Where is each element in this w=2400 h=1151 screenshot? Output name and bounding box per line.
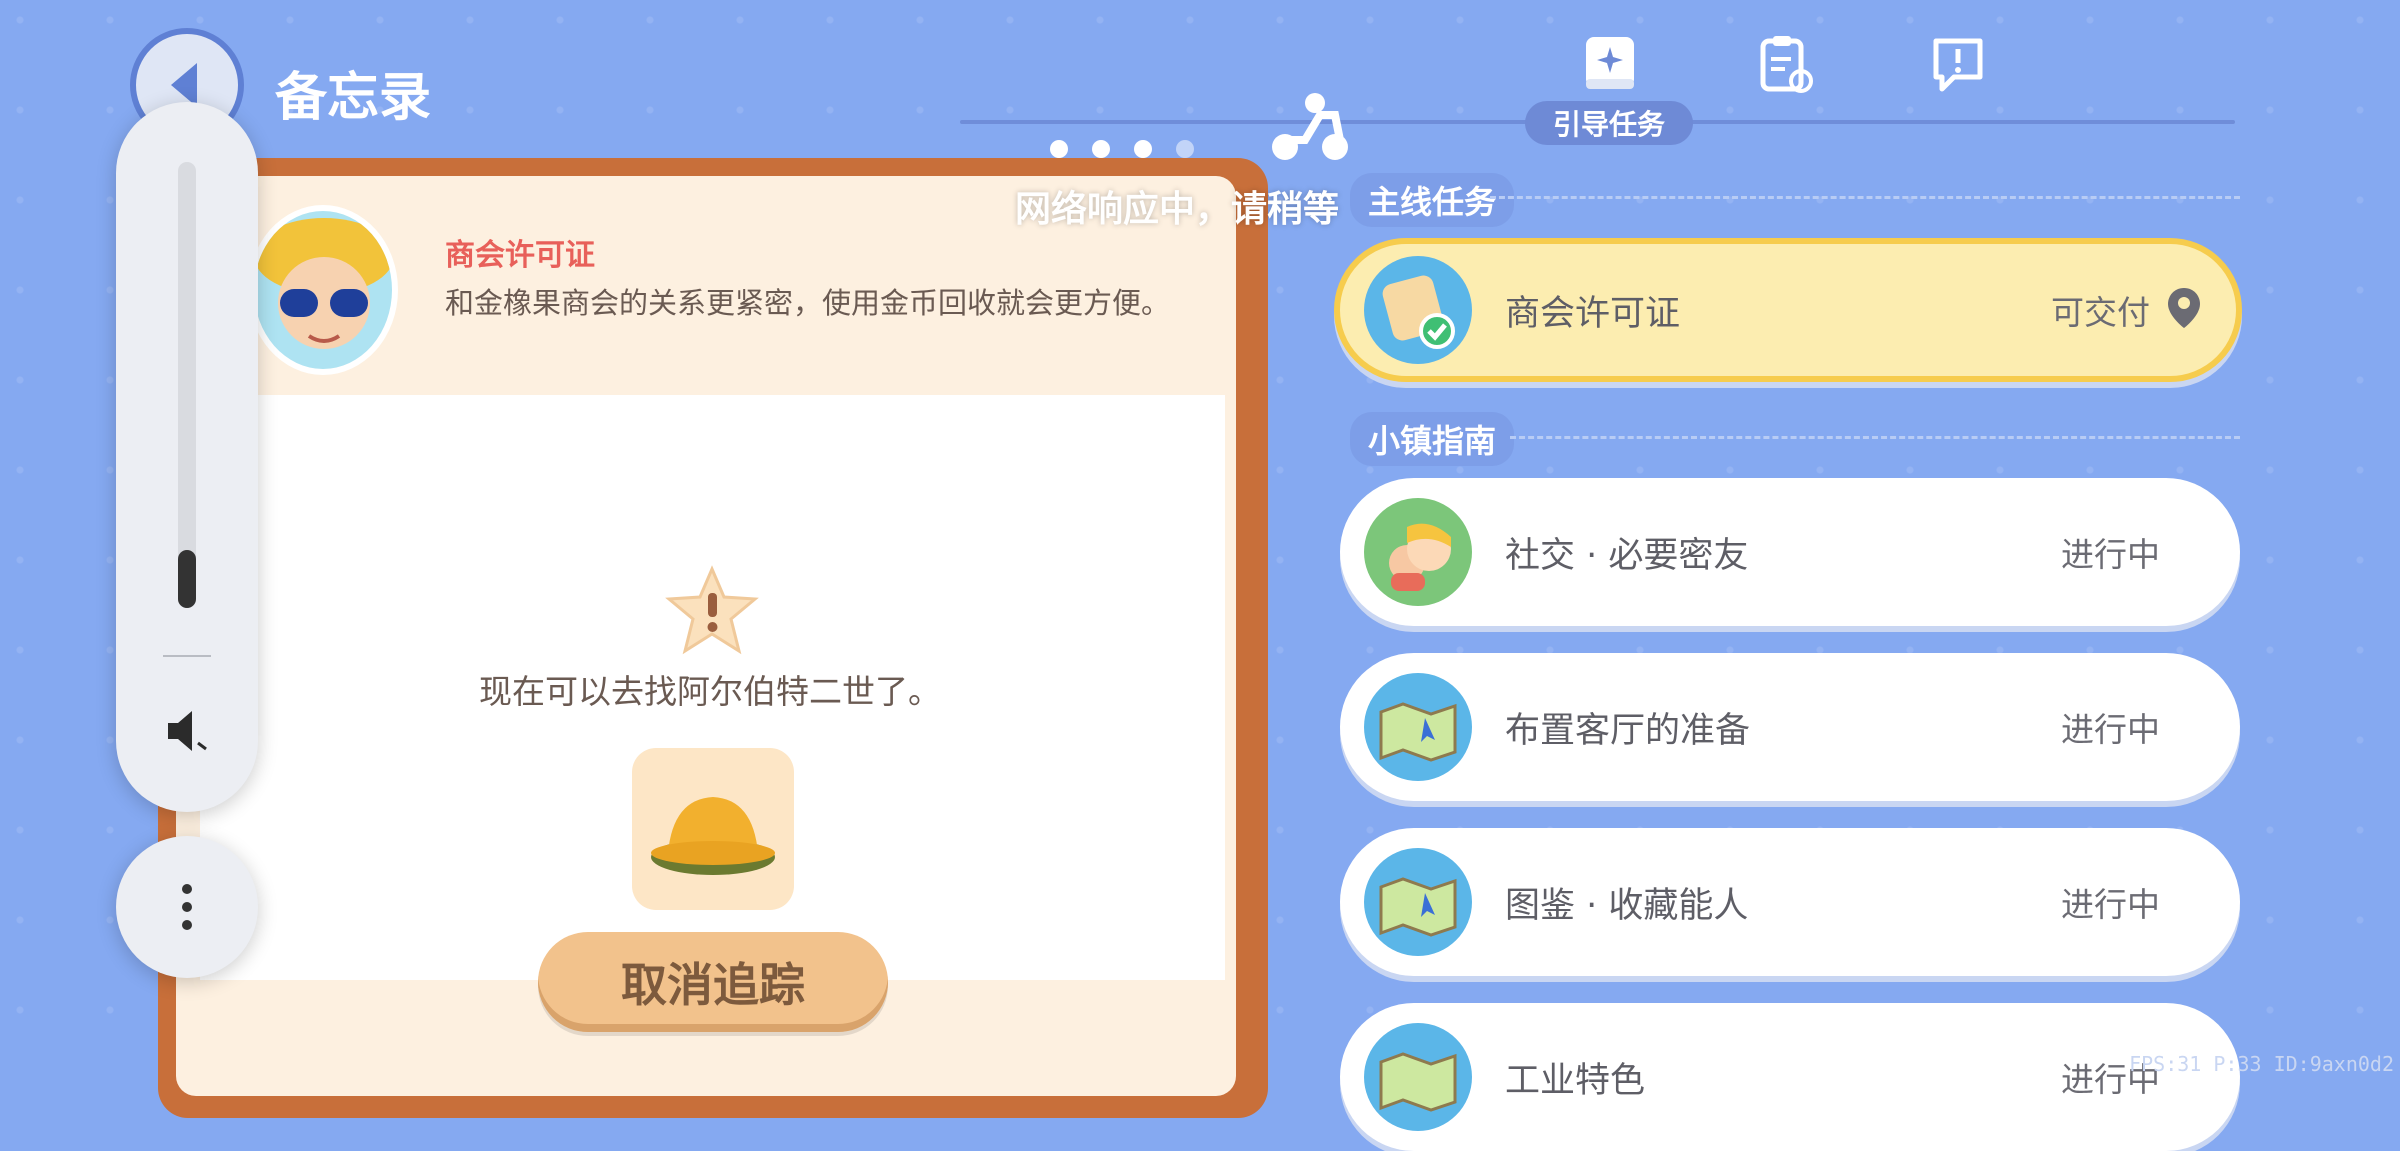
section-label-town: 小镇指南 [1350,412,1515,466]
more-dot-icon [182,884,192,894]
reward-item-slot[interactable] [632,748,794,910]
quest-name: 图鉴 · 收藏能人 [1505,885,1749,926]
speaker-icon[interactable] [162,705,214,761]
more-options-button[interactable] [116,836,258,978]
friends-icon [1364,498,1472,606]
quest-card-social[interactable]: 社交 · 必要密友 进行中 [1340,478,2240,626]
more-dot-icon [182,902,192,912]
quest-name: 布置客厅的准备 [1505,710,1751,751]
volume-divider [163,655,211,657]
debug-overlay-text: FPS:31 P:33 ID:9axn0d2 [2129,1052,2394,1076]
loading-message: 网络响应中，请稍等 [1015,189,1340,230]
npc-avatar [248,205,398,375]
tab-guide-label[interactable]: 引导任务 [1525,101,1693,145]
more-dot-icon [182,920,192,930]
quest-card-industry[interactable]: 工业特色 进行中 [1340,1003,2240,1151]
quest-status: 进行中 [2061,710,2160,749]
map-icon [1364,673,1472,781]
quest-name: 社交 · 必要密友 [1505,535,1749,576]
map-icon [1364,1023,1472,1131]
quest-status: 可交付 [2051,293,2150,332]
location-pin-icon[interactable] [2166,286,2202,334]
quest-detail-title: 商会许可证 [445,238,595,273]
section-divider [1510,436,2240,439]
map-icon [1364,848,1472,956]
tab-tasks[interactable] [1745,25,1825,105]
speech-exclaim-icon [1933,38,1983,92]
quest-hint-text: 现在可以去找阿尔伯特二世了。 [479,672,941,711]
bucket-hat-icon [651,797,775,875]
quest-name: 工业特色 [1505,1060,1646,1101]
quest-status: 进行中 [2061,535,2160,574]
quest-detail-description: 和金橡果商会的关系更紧密，使用金币回收就会更方便。 [445,286,1171,320]
quest-card-collection[interactable]: 图鉴 · 收藏能人 进行中 [1340,828,2240,976]
section-label-main: 主线任务 [1350,173,1515,227]
clipboard-refresh-icon [1760,36,1813,93]
volume-slider-fill [178,550,196,608]
quest-card-living-room[interactable]: 布置客厅的准备 进行中 [1340,653,2240,801]
cancel-tracking-button[interactable]: 取消追踪 [538,932,888,1032]
quest-card-merchant-license[interactable]: 商会许可证 可交付 [1334,238,2242,382]
tab-notices[interactable] [1918,25,1998,105]
scooter-icon [1265,85,1355,169]
volume-slider[interactable] [178,162,196,608]
quest-status: 进行中 [2061,885,2160,924]
loading-dots [1050,140,1194,158]
quest-name: 商会许可证 [1505,293,1681,334]
section-divider [1490,196,2240,199]
tab-guide[interactable] [1570,25,1650,105]
star-alert-icon [665,565,760,659]
guide-book-icon [1586,37,1634,89]
page-title: 备忘录 [275,68,432,128]
merchant-license-icon [1364,256,1472,364]
